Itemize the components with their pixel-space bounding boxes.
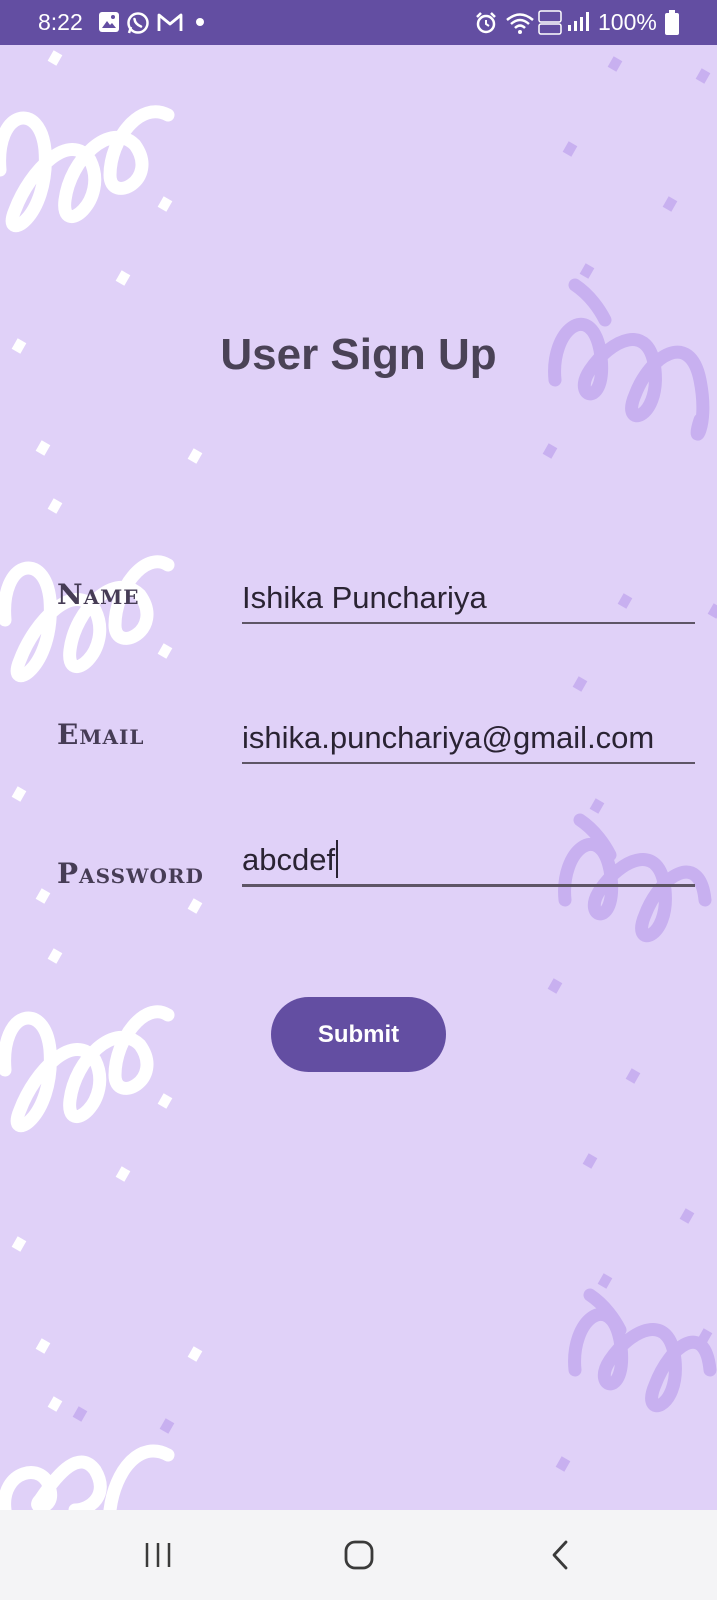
password-label: Password xyxy=(57,857,204,890)
battery-icon xyxy=(665,10,679,35)
text-cursor xyxy=(336,840,339,878)
confetti-decoration xyxy=(157,196,173,212)
swirl-decoration xyxy=(0,105,175,232)
alarm-icon xyxy=(476,12,496,34)
confetti-decoration xyxy=(47,50,63,66)
confetti-decoration xyxy=(35,888,51,904)
confetti-decoration xyxy=(707,603,717,619)
home-icon xyxy=(344,1540,374,1570)
confetti-decoration xyxy=(187,898,203,914)
confetti-decoration xyxy=(625,1068,641,1084)
signal-icon xyxy=(568,12,589,31)
confetti-decoration xyxy=(589,798,605,814)
confetti-decoration xyxy=(47,1396,63,1412)
password-field-value: abcdef xyxy=(242,842,336,877)
email-field[interactable]: ishika.punchariya@gmail.com xyxy=(242,720,695,764)
background-pattern xyxy=(0,50,717,1510)
name-field-value: Ishika Punchariya xyxy=(242,580,487,615)
recents-icon xyxy=(145,1543,171,1567)
confetti-decoration xyxy=(579,263,595,279)
confetti-decoration xyxy=(542,443,558,459)
confetti-decoration xyxy=(187,1346,203,1362)
confetti-decoration xyxy=(187,448,203,464)
back-icon xyxy=(552,1540,568,1570)
gmail-icon xyxy=(157,13,183,31)
confetti-decoration xyxy=(159,1418,175,1434)
status-time: 8:22 xyxy=(38,9,83,35)
confetti-decoration xyxy=(157,643,173,659)
email-field-value: ishika.punchariya@gmail.com xyxy=(242,720,655,755)
swirl-decoration xyxy=(568,1288,717,1413)
confetti-decoration xyxy=(695,68,711,84)
submit-button[interactable]: Submit xyxy=(271,997,446,1072)
recents-button[interactable] xyxy=(128,1530,188,1580)
confetti-decoration xyxy=(115,270,131,286)
swirl-decoration xyxy=(0,1444,175,1510)
confetti-decoration xyxy=(47,948,63,964)
volte-icon xyxy=(538,10,562,35)
battery-percentage: 100% xyxy=(598,9,657,35)
whatsapp-icon xyxy=(127,12,149,34)
back-button[interactable] xyxy=(530,1530,590,1580)
confetti-decoration xyxy=(697,1328,713,1344)
confetti-decoration xyxy=(72,1406,88,1422)
confetti-decoration xyxy=(555,1456,571,1472)
confetti-decoration xyxy=(597,1273,613,1289)
swirl-decoration xyxy=(0,1005,175,1132)
name-field[interactable]: Ishika Punchariya xyxy=(242,580,695,624)
gallery-icon xyxy=(99,12,119,32)
status-bar: 8:22 100% xyxy=(0,0,717,45)
wifi-icon xyxy=(506,13,534,34)
confetti-decoration xyxy=(607,56,623,72)
confetti-decoration xyxy=(115,1166,131,1182)
confetti-decoration xyxy=(11,786,27,802)
password-field[interactable]: abcdef xyxy=(242,840,695,887)
confetti-decoration xyxy=(662,196,678,212)
confetti-decoration xyxy=(679,1208,695,1224)
confetti-decoration xyxy=(157,1093,173,1109)
page-title: User Sign Up xyxy=(220,330,497,379)
confetti-decoration xyxy=(547,978,563,994)
confetti-decoration xyxy=(562,141,578,157)
confetti-decoration xyxy=(35,1338,51,1354)
confetti-decoration xyxy=(572,676,588,692)
navigation-bar xyxy=(0,1510,717,1600)
confetti-decoration xyxy=(35,440,51,456)
dot-icon xyxy=(196,18,204,26)
email-label: Email xyxy=(57,718,145,751)
confetti-decoration xyxy=(47,498,63,514)
home-button[interactable] xyxy=(329,1530,389,1580)
confetti-decoration xyxy=(582,1153,598,1169)
confetti-decoration xyxy=(11,1236,27,1252)
name-label: Name xyxy=(57,578,140,611)
